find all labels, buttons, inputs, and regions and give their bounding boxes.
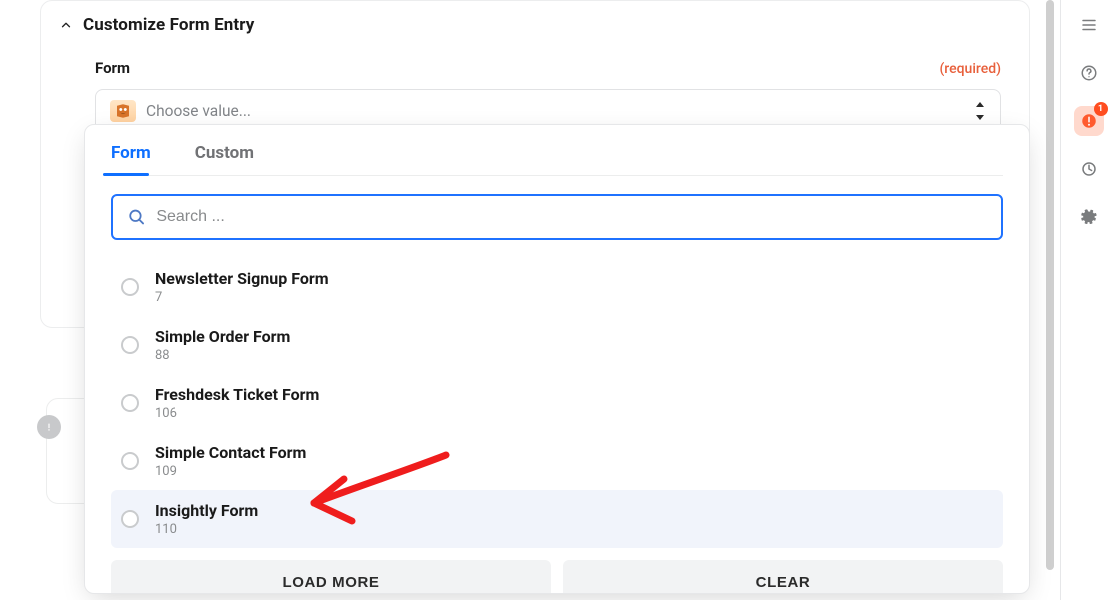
- card-title: Customize Form Entry: [83, 15, 254, 35]
- option-name: Freshdesk Ticket Form: [155, 385, 319, 405]
- option-name: Newsletter Signup Form: [155, 269, 329, 289]
- option-id: 109: [155, 464, 306, 479]
- select-placeholder: Choose value...: [146, 102, 251, 120]
- tab-custom[interactable]: Custom: [195, 131, 270, 175]
- option-id: 110: [155, 522, 258, 537]
- scrollbar[interactable]: [1046, 0, 1054, 570]
- option-id: 88: [155, 348, 290, 363]
- tab-form[interactable]: Form: [111, 131, 167, 175]
- divider: [111, 175, 1003, 176]
- option-id: 106: [155, 406, 319, 421]
- list-item[interactable]: Simple Order Form 88: [111, 316, 1003, 374]
- field-label-form: Form: [95, 59, 130, 77]
- wpforms-icon: [110, 100, 136, 122]
- option-id: 7: [155, 290, 329, 305]
- alert-icon[interactable]: 1: [1074, 106, 1104, 136]
- help-icon[interactable]: [1074, 58, 1104, 88]
- radio-icon[interactable]: [121, 278, 139, 296]
- chevron-up-icon[interactable]: [59, 18, 73, 32]
- radio-icon[interactable]: [121, 452, 139, 470]
- search-icon: [127, 207, 146, 227]
- form-select-popover: Form Custom Newsletter Signup Form 7: [84, 124, 1030, 594]
- load-more-button[interactable]: LOAD MORE: [111, 560, 551, 594]
- alert-badge: 1: [1094, 102, 1108, 116]
- right-sidebar: 1: [1060, 0, 1116, 600]
- required-label: (required): [939, 61, 1001, 77]
- gear-icon[interactable]: [1074, 202, 1104, 232]
- radio-icon[interactable]: [121, 336, 139, 354]
- list-item[interactable]: Simple Contact Form 109: [111, 432, 1003, 490]
- radio-icon[interactable]: [121, 510, 139, 528]
- radio-icon[interactable]: [121, 394, 139, 412]
- menu-icon[interactable]: [1074, 10, 1104, 40]
- warning-badge-icon: [37, 415, 61, 439]
- list-item[interactable]: Newsletter Signup Form 7: [111, 258, 1003, 316]
- list-item[interactable]: Freshdesk Ticket Form 106: [111, 374, 1003, 432]
- search-input[interactable]: [156, 208, 987, 226]
- list-item[interactable]: Insightly Form 110: [111, 490, 1003, 548]
- option-name: Simple Order Form: [155, 327, 290, 347]
- clock-icon[interactable]: [1074, 154, 1104, 184]
- sort-icon: [974, 102, 986, 120]
- clear-button[interactable]: CLEAR: [563, 560, 1003, 594]
- option-name: Simple Contact Form: [155, 443, 306, 463]
- search-input-wrap[interactable]: [111, 194, 1003, 240]
- option-name: Insightly Form: [155, 501, 258, 521]
